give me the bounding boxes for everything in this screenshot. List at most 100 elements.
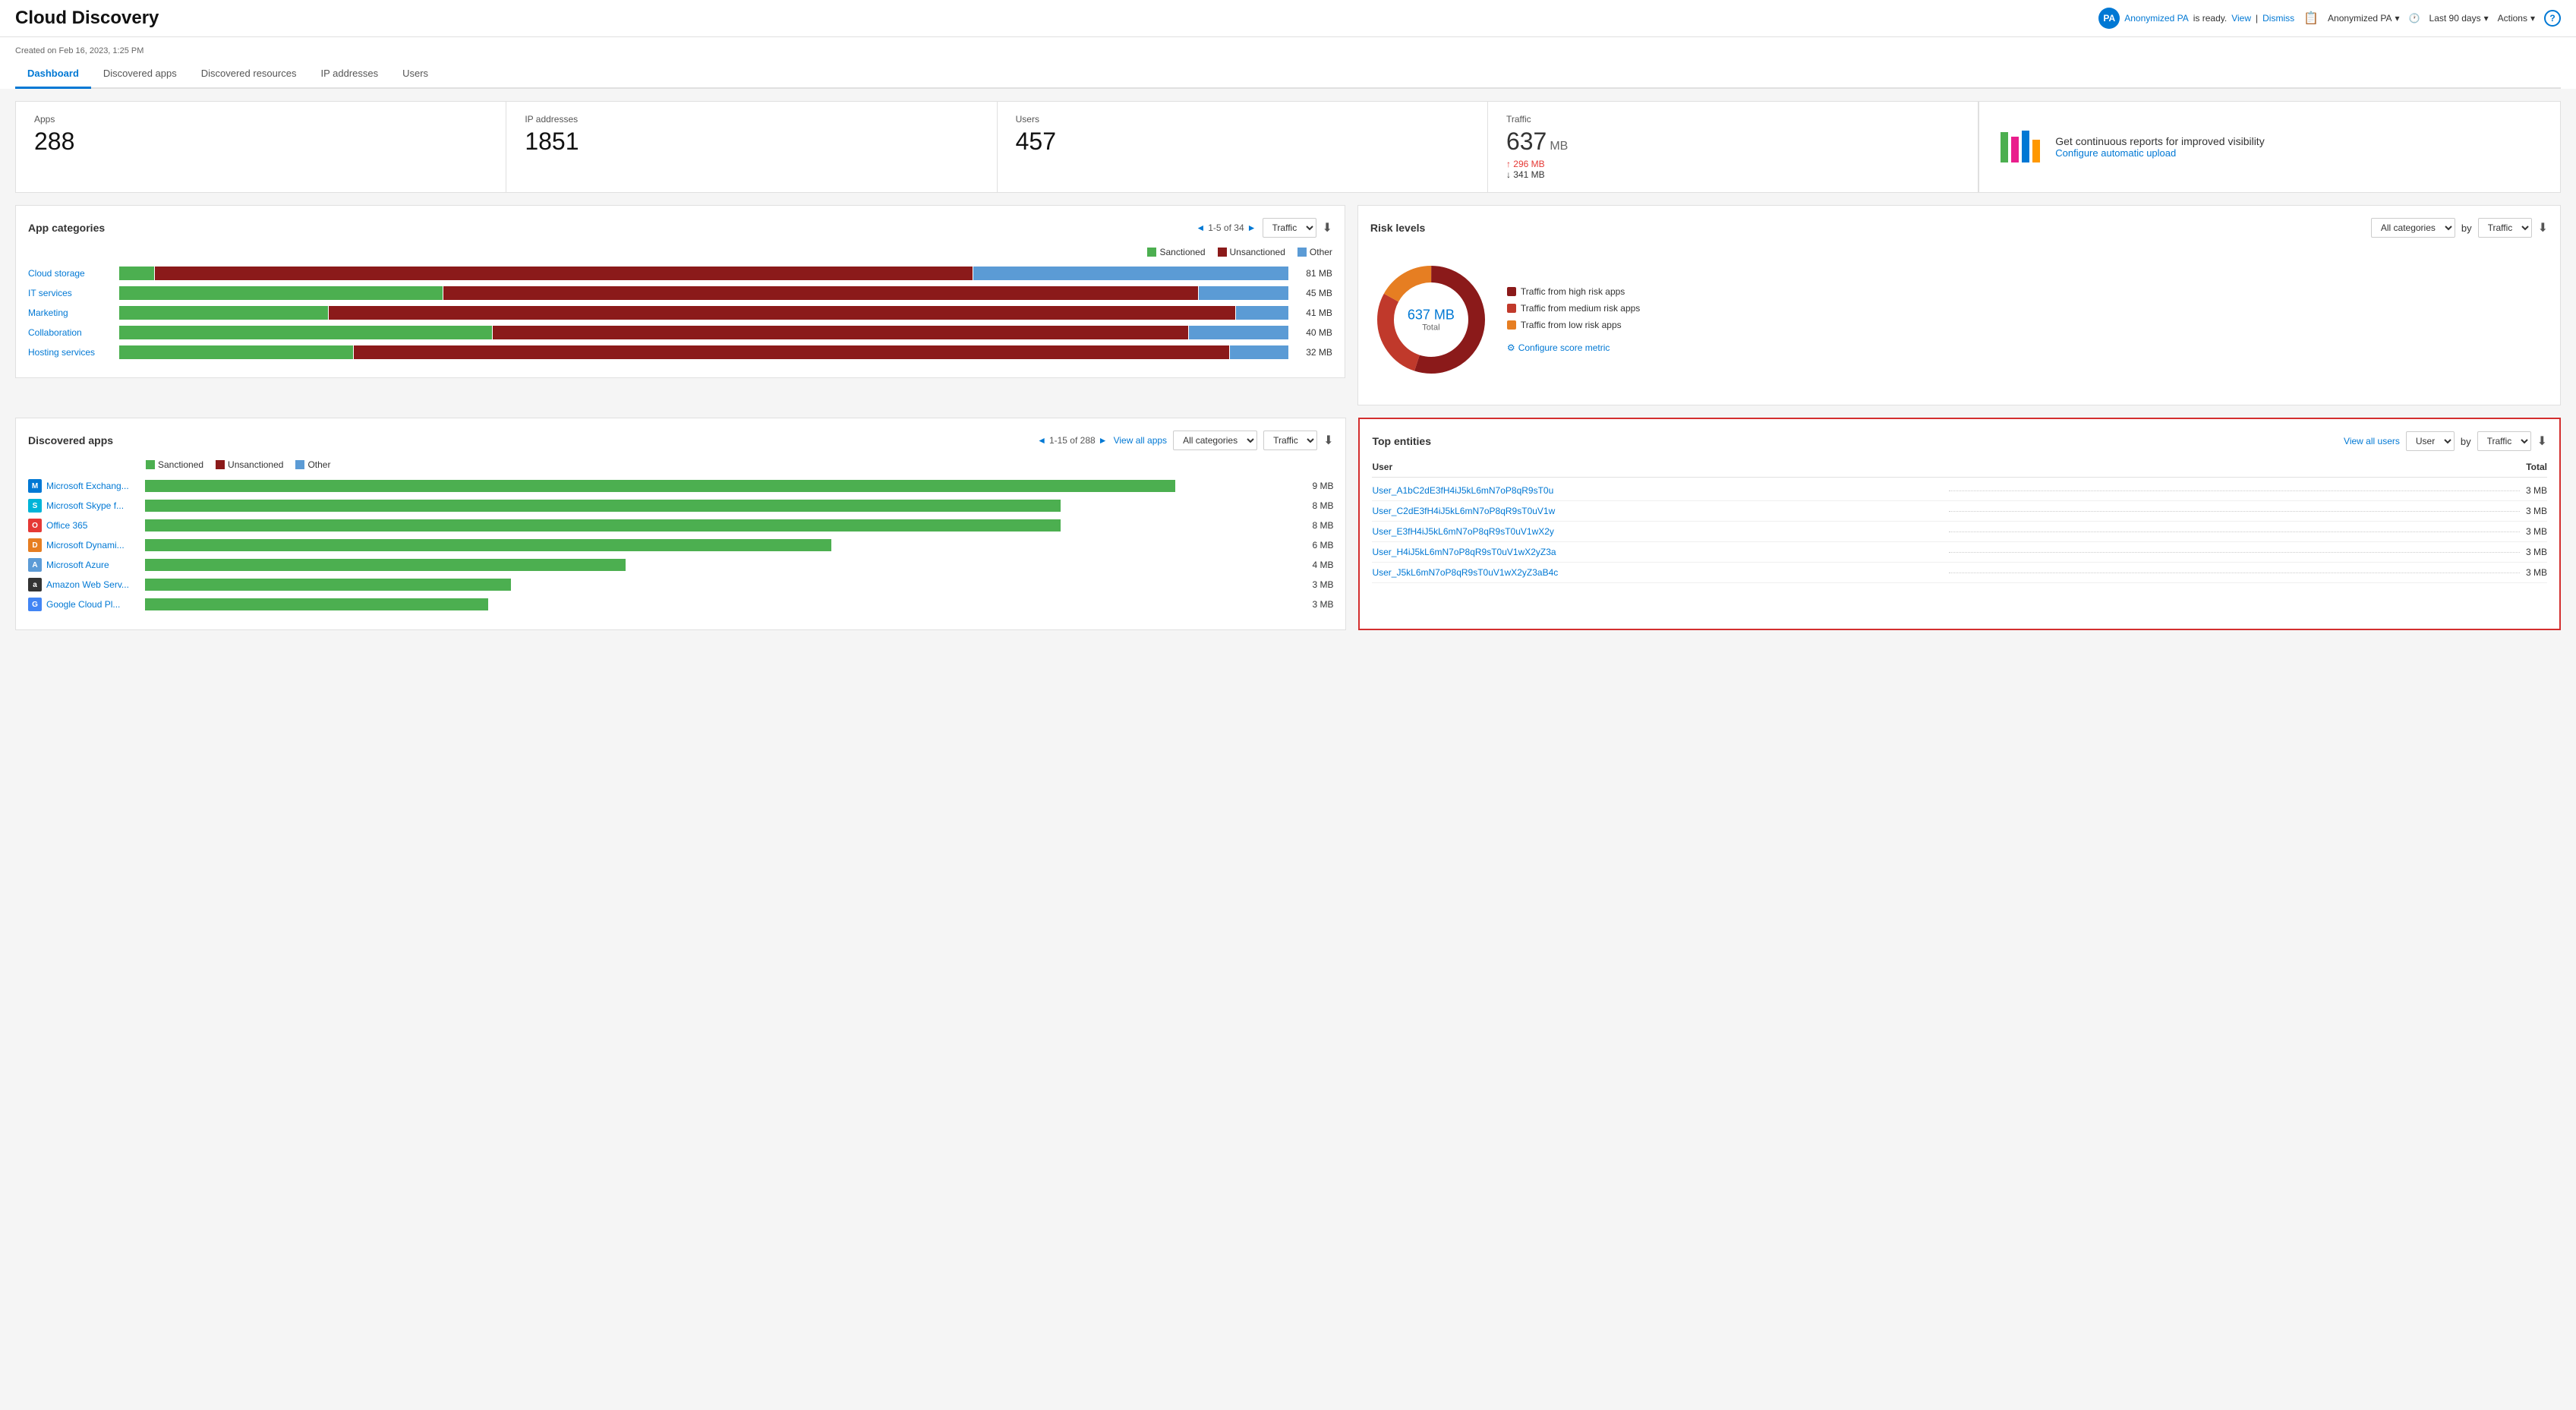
entity-row: User_H4iJ5kL6mN7oP8qR9sT0uV1wX2yZ3a 3 MB	[1372, 542, 2547, 563]
entity-name[interactable]: User_H4iJ5kL6mN7oP8qR9sT0uV1wX2yZ3a	[1372, 547, 1943, 557]
entity-name[interactable]: User_E3fH4iJ5kL6mN7oP8qR9sT0uV1wX2y	[1372, 526, 1943, 537]
nav-tabs: Dashboard Discovered apps Discovered res…	[15, 60, 2561, 89]
entity-dots-separator	[1949, 511, 2520, 512]
bar-label[interactable]: Hosting services	[28, 347, 119, 358]
tab-discovered-resources[interactable]: Discovered resources	[189, 60, 309, 89]
configure-upload-link[interactable]: Configure automatic upload	[2055, 147, 2176, 159]
app-label[interactable]: Office 365	[46, 520, 145, 531]
report-name-dropdown[interactable]: Anonymized PA ▾	[2328, 13, 2400, 24]
col-user-label: User	[1372, 462, 1392, 472]
app-label[interactable]: Microsoft Dynami...	[46, 540, 145, 550]
app-row: D Microsoft Dynami... 6 MB	[28, 538, 1333, 552]
apps-value: 288	[34, 128, 487, 156]
tab-discovered-apps[interactable]: Discovered apps	[91, 60, 189, 89]
app-bar-container	[145, 519, 1289, 532]
entities-col-header: User Total	[1372, 457, 2547, 478]
app-label[interactable]: Microsoft Azure	[46, 560, 145, 570]
help-icon[interactable]: ?	[2544, 10, 2561, 27]
discovered-apps-panel: Discovered apps ◄ 1-15 of 288 ► View all…	[15, 418, 1346, 630]
app-label[interactable]: Microsoft Exchang...	[46, 481, 145, 491]
prev-apps-icon[interactable]: ◄	[1037, 435, 1046, 446]
entity-value: 3 MB	[2526, 547, 2547, 557]
entities-by-dropdown[interactable]: Traffic	[2477, 431, 2531, 451]
bar-label[interactable]: Cloud storage	[28, 268, 119, 279]
tab-dashboard[interactable]: Dashboard	[15, 60, 91, 89]
ready-status: is ready.	[2193, 13, 2227, 24]
risk-low: Traffic from low risk apps	[1507, 320, 1640, 330]
tab-users[interactable]: Users	[390, 60, 440, 89]
risk-category-dropdown[interactable]: All categories	[2371, 218, 2455, 238]
app-row: M Microsoft Exchang... 9 MB	[28, 479, 1333, 493]
view-link[interactable]: View	[2231, 13, 2251, 24]
entities-table: User Total User_A1bC2dE3fH4iJ5kL6mN7oP8q…	[1372, 457, 2547, 583]
bar-row: Hosting services 32 MB	[28, 345, 1332, 359]
app-categories-title: App categories	[28, 222, 105, 234]
apps-category-dropdown[interactable]: All categories	[1173, 431, 1257, 450]
app-label[interactable]: Microsoft Skype f...	[46, 500, 145, 511]
users-label: Users	[1016, 114, 1469, 125]
bar-value: 45 MB	[1294, 288, 1332, 298]
next-apps-icon[interactable]: ►	[1099, 435, 1108, 446]
ready-name: Anonymized PA	[2124, 13, 2189, 24]
configure-score-link[interactable]: ⚙ Configure score metric	[1507, 342, 1640, 353]
next-arrow-icon[interactable]: ►	[1247, 222, 1256, 233]
banner-card: Get continuous reports for improved visi…	[1979, 101, 2561, 193]
ip-value: 1851	[525, 128, 978, 156]
header-right: PA Anonymized PA is ready. View | Dismis…	[2098, 8, 2561, 29]
top-entities-title: Top entities	[1372, 435, 1431, 447]
view-all-apps-link[interactable]: View all apps	[1114, 435, 1168, 446]
app-bar	[145, 559, 626, 571]
app-label[interactable]: Google Cloud Pl...	[46, 599, 145, 610]
stat-ip: IP addresses 1851	[506, 101, 997, 193]
bar-label[interactable]: IT services	[28, 288, 119, 298]
view-all-users-link[interactable]: View all users	[2344, 436, 2400, 446]
apps-download-icon[interactable]: ⬇	[1323, 433, 1333, 448]
risk-download-icon[interactable]: ⬇	[2538, 220, 2548, 235]
entity-name[interactable]: User_J5kL6mN7oP8qR9sT0uV1wX2yZ3aB4c	[1372, 567, 1943, 578]
bar-row: Collaboration 40 MB	[28, 326, 1332, 339]
entity-name[interactable]: User_C2dE3fH4iJ5kL6mN7oP8qR9sT0uV1w	[1372, 506, 1943, 516]
app-label[interactable]: Amazon Web Serv...	[46, 579, 145, 590]
entity-row: User_C2dE3fH4iJ5kL6mN7oP8qR9sT0uV1w 3 MB	[1372, 501, 2547, 522]
app-categories-dropdown[interactable]: Traffic	[1263, 218, 1316, 238]
top-entities-header: Top entities View all users User by Traf…	[1372, 431, 2547, 451]
prev-arrow-icon[interactable]: ◄	[1196, 222, 1205, 233]
apps-by-dropdown[interactable]: Traffic	[1263, 431, 1317, 450]
bar-label[interactable]: Marketing	[28, 308, 119, 318]
unsanctioned-bar	[443, 286, 1198, 300]
banner-icon	[1997, 125, 2043, 170]
other-bar	[1189, 326, 1288, 339]
entities-download-icon[interactable]: ⬇	[2537, 434, 2547, 449]
apps-other-box	[295, 460, 304, 469]
entity-row: User_E3fH4iJ5kL6mN7oP8qR9sT0uV1wX2y 3 MB	[1372, 522, 2547, 542]
entity-name[interactable]: User_A1bC2dE3fH4iJ5kL6mN7oP8qR9sT0u	[1372, 485, 1943, 496]
tab-ip-addresses[interactable]: IP addresses	[308, 60, 390, 89]
risk-by-dropdown[interactable]: Traffic	[2478, 218, 2532, 238]
entities-user-dropdown[interactable]: User	[2406, 431, 2455, 451]
actions-dropdown[interactable]: Actions ▾	[2498, 13, 2535, 24]
app-categories-download-icon[interactable]: ⬇	[1323, 220, 1332, 235]
entity-row: User_J5kL6mN7oP8qR9sT0uV1wX2yZ3aB4c 3 MB	[1372, 563, 2547, 583]
risk-medium-dot	[1507, 304, 1516, 313]
report-chevron-icon: ▾	[2395, 13, 2400, 24]
time-range-dropdown[interactable]: Last 90 days ▾	[2429, 13, 2489, 24]
sanctioned-bar	[119, 345, 353, 359]
entity-value: 3 MB	[2526, 567, 2547, 578]
stat-traffic: Traffic 637 MB ↑ 296 MB ↓ 341 MB	[1488, 101, 1979, 193]
app-bar-container	[145, 559, 1289, 571]
app-icon: A	[28, 558, 42, 572]
actions-chevron-icon: ▾	[2530, 13, 2535, 24]
app-row: O Office 365 8 MB	[28, 519, 1333, 532]
bar-value: 32 MB	[1294, 347, 1332, 358]
bar-label[interactable]: Collaboration	[28, 327, 119, 338]
entity-row: User_A1bC2dE3fH4iJ5kL6mN7oP8qR9sT0u 3 MB	[1372, 481, 2547, 501]
sanctioned-bar	[119, 286, 443, 300]
dismiss-link[interactable]: Dismiss	[2262, 13, 2294, 24]
bar-value: 81 MB	[1294, 268, 1332, 279]
traffic-unit: MB	[1550, 140, 1568, 153]
bar-row: Cloud storage 81 MB	[28, 267, 1332, 280]
entity-value: 3 MB	[2526, 506, 2547, 516]
entity-value: 3 MB	[2526, 526, 2547, 537]
app-bar	[145, 500, 1061, 512]
traffic-value-row: 637 MB	[1506, 128, 1960, 156]
